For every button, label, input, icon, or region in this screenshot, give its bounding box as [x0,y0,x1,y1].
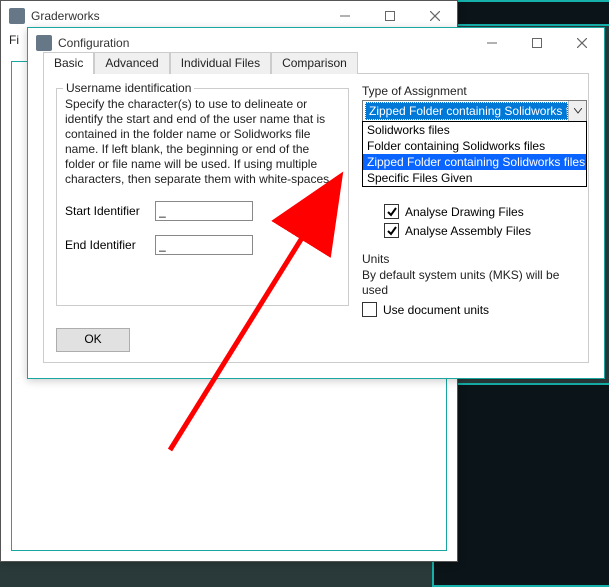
end-identifier-label: End Identifier [65,238,155,252]
units-desc: By default system units (MKS) will be us… [362,268,587,298]
chevron-down-icon[interactable] [568,101,586,121]
assignment-legend: Type of Assignment [362,84,587,98]
tab-advanced[interactable]: Advanced [94,52,169,74]
tab-basic[interactable]: Basic [43,52,94,74]
assignment-option[interactable]: Specific Files Given [363,170,586,186]
start-identifier-input[interactable] [155,201,253,221]
assignment-option[interactable]: Zipped Folder containing Solidworks file… [363,154,586,170]
analyse-drawing-label: Analyse Drawing Files [405,205,524,219]
tab-individual-files[interactable]: Individual Files [170,52,271,74]
minimize-button[interactable] [469,28,514,58]
analyse-drawing-checkbox[interactable]: Analyse Drawing Files [384,204,587,219]
tab-container: Basic Advanced Individual Files Comparis… [43,73,589,363]
tab-comparison[interactable]: Comparison [271,52,358,74]
checkbox-icon [362,302,377,317]
checkbox-icon [384,223,399,238]
app-icon [9,8,25,24]
units-legend: Units [362,252,587,266]
username-legend: Username identification [63,81,194,95]
username-desc: Specify the character(s) to use to delin… [65,97,340,187]
analyse-assembly-label: Analyse Assembly Files [405,224,531,238]
tab-strip: Basic Advanced Individual Files Comparis… [43,52,358,74]
assignment-option[interactable]: Solidworks files [363,122,586,138]
use-document-units-checkbox[interactable]: Use document units [362,302,587,317]
assignment-combo[interactable]: Zipped Folder containing Solidworks file… [362,100,587,122]
configuration-dialog: Configuration Basic Advanced Individual … [27,27,605,379]
assignment-option[interactable]: Folder containing Solidworks files [363,138,586,154]
bg-teal-strip-top [448,0,609,26]
dialog-icon [36,35,52,51]
start-identifier-label: Start Identifier [65,204,155,218]
assignment-dropdown: Solidworks files Folder containing Solid… [362,121,587,187]
configuration-title: Configuration [58,36,129,50]
checkbox-icon [384,204,399,219]
ok-button[interactable]: OK [56,328,130,352]
end-identifier-input[interactable] [155,235,253,255]
username-group: Username identification Specify the char… [56,88,349,306]
maximize-button[interactable] [514,28,559,58]
bg-teal-panel [432,383,609,587]
close-button[interactable] [559,28,604,58]
graderworks-title: Graderworks [31,9,100,23]
analyse-assembly-checkbox[interactable]: Analyse Assembly Files [384,223,587,238]
assignment-section: Type of Assignment Zipped Folder contain… [362,84,587,321]
assignment-selected: Zipped Folder containing Solidworks file… [365,102,568,120]
use-document-units-label: Use document units [383,303,489,317]
